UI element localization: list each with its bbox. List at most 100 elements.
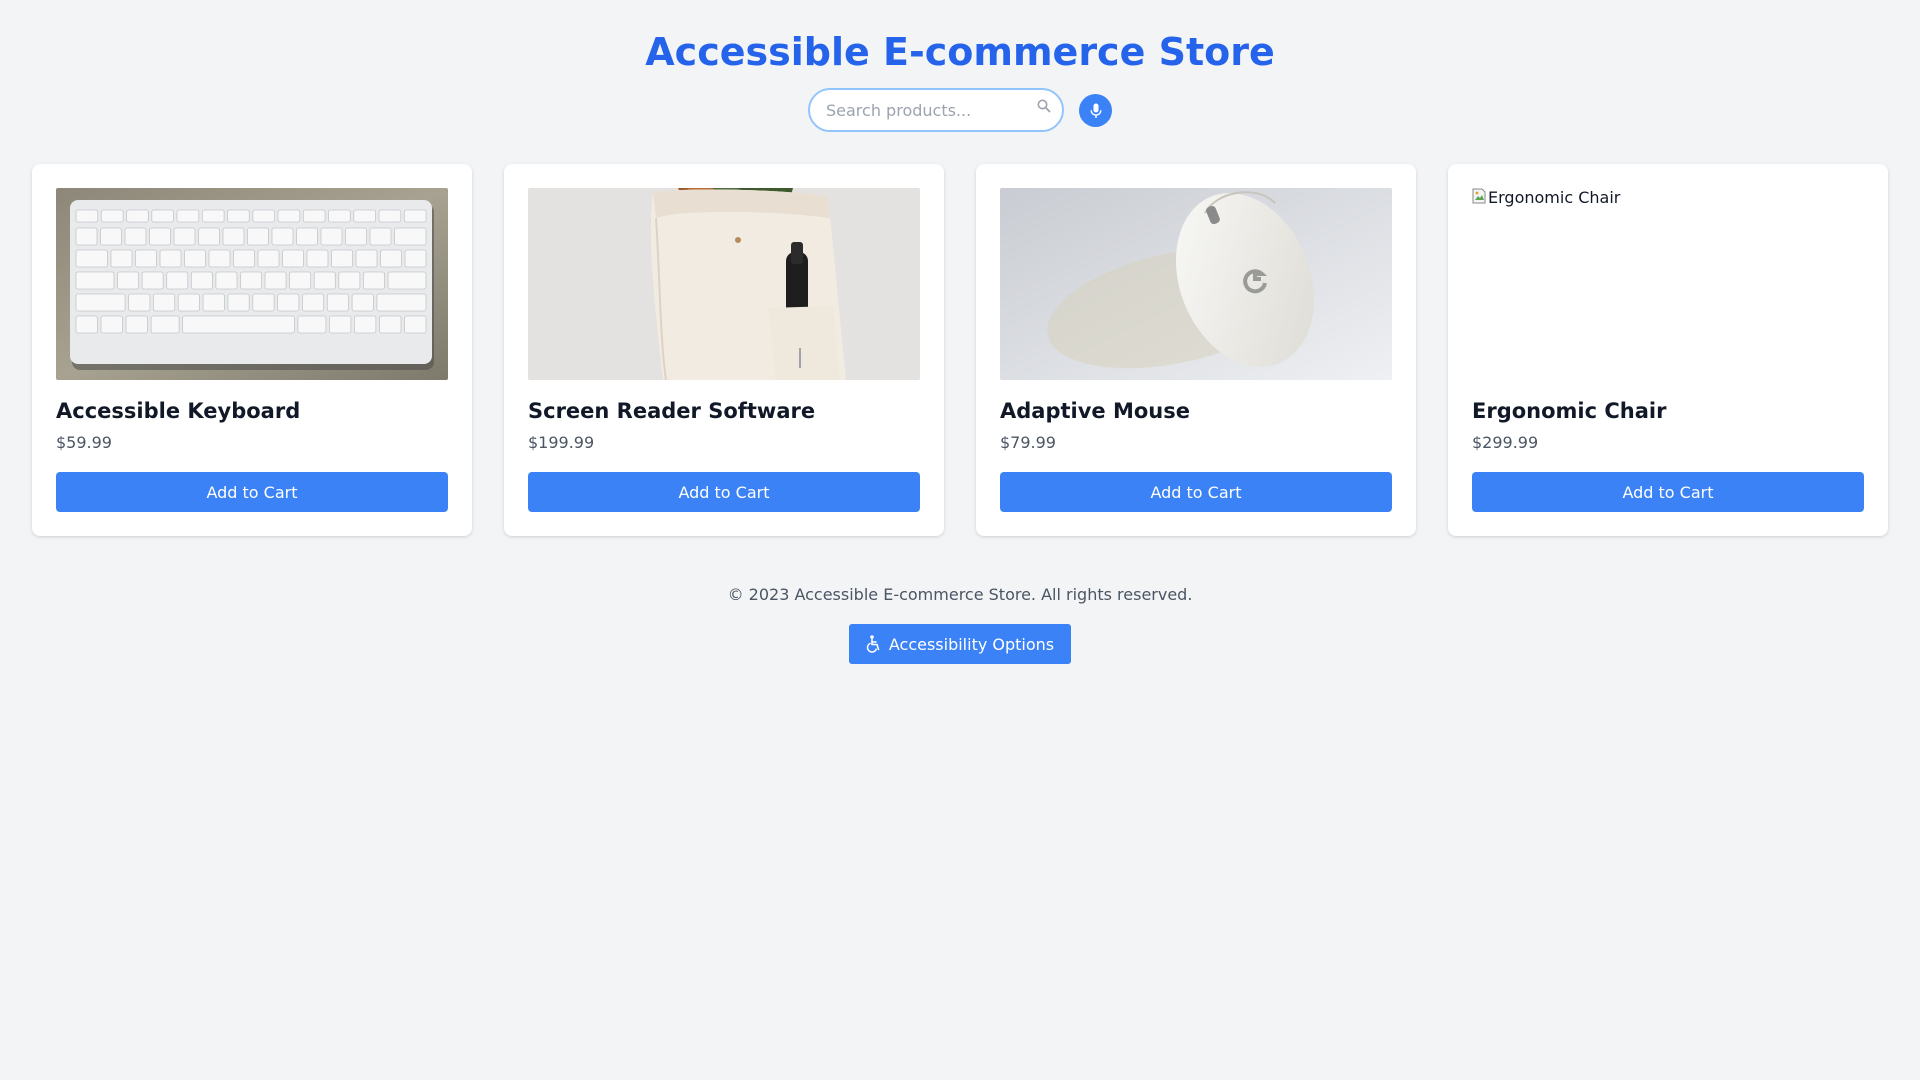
search-box[interactable] — [808, 88, 1064, 132]
keyboard-key — [215, 271, 238, 290]
microphone-icon — [1090, 103, 1101, 118]
keyboard-key — [184, 249, 206, 268]
page-title: Accessible E-commerce Store — [645, 30, 1275, 74]
product-price: $199.99 — [528, 433, 595, 452]
keyboard-key — [404, 315, 427, 334]
keyboard-key — [380, 249, 402, 268]
keyboard-key — [208, 249, 231, 268]
keyboard-key — [264, 271, 287, 290]
keyboard-key — [403, 209, 427, 223]
product-image-screen-reader — [528, 188, 920, 380]
keyboard-key — [257, 249, 280, 268]
product-price: $79.99 — [1000, 433, 1056, 452]
keyboard-key — [345, 227, 367, 246]
keyboard-key — [75, 249, 108, 268]
keyboard-key — [126, 209, 149, 223]
keyboard-key — [128, 293, 151, 312]
keyboard-key — [198, 227, 220, 246]
search-input[interactable] — [826, 90, 1026, 130]
product-image-mouse — [1000, 188, 1392, 380]
product-price: $299.99 — [1472, 433, 1539, 452]
keyboard-key — [296, 227, 318, 246]
keyboard-key — [328, 209, 351, 223]
keyboard-key — [100, 315, 123, 334]
product-name: Ergonomic Chair — [1472, 399, 1667, 423]
keyboard-key — [125, 315, 148, 334]
keyboard-key — [135, 249, 157, 268]
keyboard-key — [173, 227, 196, 246]
keyboard-key — [227, 209, 250, 223]
mouse-photo — [1000, 188, 1392, 380]
keyboard-key — [240, 271, 263, 290]
accessibility-options-label: Accessibility Options — [888, 634, 1055, 654]
product-name: Screen Reader Software — [528, 399, 816, 423]
keyboard-key — [100, 209, 124, 223]
keyboard-key — [297, 315, 327, 334]
keyboard-key — [338, 271, 361, 290]
add-to-cart-button[interactable]: Add to Cart — [1472, 472, 1864, 512]
search-icon[interactable] — [1036, 98, 1052, 114]
product-name: Accessible Keyboard — [56, 399, 301, 423]
keyboard-key — [289, 271, 312, 290]
product-card: Ergonomic Chair Ergonomic Chair $299.99 … — [1448, 164, 1888, 536]
keyboard-key — [277, 293, 300, 312]
keyboard-key — [355, 249, 378, 268]
voice-search-button[interactable] — [1079, 94, 1112, 127]
keyboard-key — [141, 271, 164, 290]
product-name: Adaptive Mouse — [1000, 399, 1190, 423]
keyboard-key — [252, 293, 275, 312]
keyboard-key — [151, 209, 175, 223]
keyboard-key — [353, 209, 376, 223]
broken-image-icon — [1472, 188, 1486, 204]
keyboard-key — [150, 315, 180, 334]
product-image-keyboard — [56, 188, 448, 380]
tote-bag-photo — [528, 188, 920, 380]
keyboard-key — [306, 249, 329, 268]
add-to-cart-button[interactable]: Add to Cart — [1000, 472, 1392, 512]
accessibility-options-button[interactable]: Accessibility Options — [849, 624, 1071, 664]
keyboard-key — [149, 227, 171, 246]
keyboard-key — [277, 209, 301, 223]
keyboard-key — [75, 315, 98, 334]
keyboard-key — [320, 227, 343, 246]
add-to-cart-button[interactable]: Add to Cart — [528, 472, 920, 512]
keyboard-key — [351, 293, 374, 312]
keyboard-key — [376, 293, 427, 312]
keyboard-key — [369, 227, 392, 246]
keyboard-key — [271, 227, 294, 246]
keyboard-key — [404, 249, 427, 268]
product-price: $59.99 — [56, 433, 112, 452]
product-image-chair: Ergonomic Chair — [1472, 188, 1864, 380]
keyboard-key — [282, 249, 304, 268]
keyboard-key — [353, 315, 377, 334]
keyboard-key — [326, 293, 349, 312]
wheelchair-icon — [866, 635, 880, 653]
keyboard-photo — [56, 188, 448, 380]
keyboard-key — [117, 271, 140, 290]
keyboard-key — [176, 209, 200, 223]
keyboard-key — [166, 271, 189, 290]
product-card: Screen Reader Software $199.99 Add to Ca… — [504, 164, 944, 536]
keyboard-key — [252, 209, 276, 223]
broken-image-alt-text: Ergonomic Chair — [1488, 188, 1621, 207]
keyboard-key — [124, 227, 147, 246]
add-to-cart-button[interactable]: Add to Cart — [56, 472, 448, 512]
product-card: Adaptive Mouse $79.99 Add to Cart — [976, 164, 1416, 536]
keyboard-key — [75, 227, 98, 246]
keyboard-key — [233, 249, 255, 268]
keyboard-key — [177, 293, 200, 312]
keyboard-key — [100, 227, 122, 246]
keyboard-key — [331, 249, 353, 268]
keyboard-key — [387, 271, 427, 290]
footer-copyright: © 2023 Accessible E-commerce Store. All … — [727, 585, 1193, 604]
keyboard-key — [247, 227, 269, 246]
keyboard-key — [362, 271, 385, 290]
keyboard-key — [202, 293, 225, 312]
keyboard-key — [302, 209, 326, 223]
keyboard-key — [227, 293, 250, 312]
keyboard-key — [313, 271, 336, 290]
keyboard-key — [301, 293, 325, 312]
keyboard-key — [394, 227, 427, 246]
keyboard-key — [110, 249, 133, 268]
product-card: Accessible Keyboard $59.99 Add to Cart — [32, 164, 472, 536]
